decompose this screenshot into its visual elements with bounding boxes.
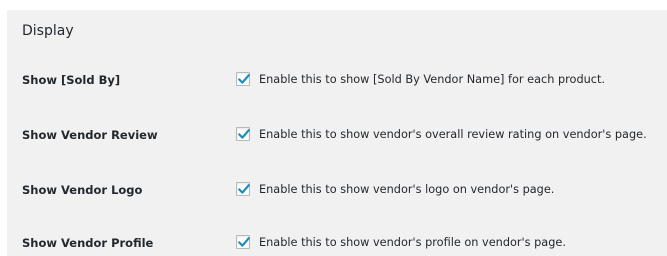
setting-label: Show Vendor Logo xyxy=(22,183,143,197)
setting-row-show-vendor-logo: Show Vendor Logo Enable this to show ven… xyxy=(7,180,667,202)
setting-label: Show Vendor Profile xyxy=(22,236,154,250)
show-vendor-logo-checkbox[interactable] xyxy=(236,182,250,196)
checkmark-icon xyxy=(238,184,250,194)
checkmark-icon xyxy=(238,237,250,247)
show-sold-by-checkbox[interactable] xyxy=(236,72,250,86)
setting-description: Enable this to show vendor's logo on ven… xyxy=(259,183,555,196)
setting-description: Enable this to show vendor's overall rev… xyxy=(259,128,647,141)
setting-description: Enable this to show vendor's profile on … xyxy=(259,236,566,249)
setting-row-show-vendor-review: Show Vendor Review Enable this to show v… xyxy=(7,125,667,147)
setting-description: Enable this to show [Sold By Vendor Name… xyxy=(259,73,606,86)
setting-row-show-vendor-profile: Show Vendor Profile Enable this to show … xyxy=(7,233,667,255)
setting-label: Show [Sold By] xyxy=(22,73,121,87)
setting-row-show-sold-by: Show [Sold By] Enable this to show [Sold… xyxy=(7,70,667,92)
section-title: Display xyxy=(22,23,74,39)
checkmark-icon xyxy=(238,129,250,139)
display-settings-panel: Display Show [Sold By] Enable this to sh… xyxy=(7,10,667,256)
show-vendor-review-checkbox[interactable] xyxy=(236,127,250,141)
setting-label: Show Vendor Review xyxy=(22,128,158,142)
show-vendor-profile-checkbox[interactable] xyxy=(236,235,250,249)
checkmark-icon xyxy=(238,74,250,84)
